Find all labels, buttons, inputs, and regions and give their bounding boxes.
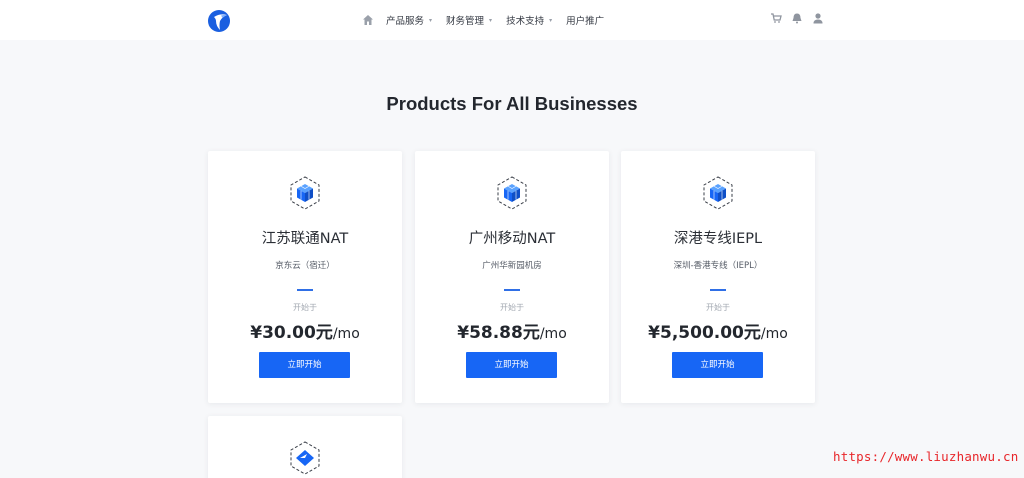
start-now-button[interactable]: 立即开始 [672, 352, 763, 378]
price-amount: ¥58.88元 [457, 323, 540, 343]
product-card: 深港专线IEPL 深圳-香港专线（IEPL） 开始于 ¥5,500.00元/mo… [621, 151, 815, 403]
site-watermark: https://www.liuzhanwu.cn [833, 449, 1019, 464]
chevron-down-icon: ▾ [489, 16, 493, 24]
nav-item-support[interactable]: 技术支持 ▾ [506, 13, 552, 27]
product-price: ¥58.88元/mo [415, 318, 609, 343]
start-now-button[interactable]: 立即开始 [466, 352, 557, 378]
cart-icon[interactable] [770, 12, 782, 24]
product-location: 广州华新园机房 [482, 261, 542, 271]
diamond-box-icon [290, 441, 320, 475]
product-location: 京东云（宿迁） [275, 261, 335, 271]
user-icon[interactable] [812, 12, 824, 24]
price-amount: ¥5,500.00元 [648, 323, 761, 343]
nav-item-products[interactable]: 产品服务 ▾ [386, 13, 432, 27]
nav-item-label: 用户推广 [566, 16, 605, 27]
main-nav: 产品服务 ▾ 财务管理 ▾ 技术支持 ▾ 用户推广 [362, 12, 618, 28]
divider [710, 289, 726, 291]
product-card: 江苏联通NAT 京东云（宿迁） 开始于 ¥30.00元/mo 立即开始 [208, 151, 402, 403]
nav-item-label: 产品服务 [386, 16, 425, 27]
nav-item-label: 技术支持 [506, 16, 545, 27]
bird-logo-icon[interactable] [207, 9, 231, 33]
product-title: 深港专线IEPL [673, 231, 763, 247]
product-location: 深圳-香港专线（IEPL） [673, 261, 763, 271]
nav-item-finance[interactable]: 财务管理 ▾ [446, 13, 492, 27]
home-icon[interactable] [362, 14, 374, 26]
nav-item-affiliate[interactable]: 用户推广 [566, 13, 604, 27]
divider [504, 289, 520, 291]
product-title: 江苏联通NAT [261, 231, 349, 247]
price-unit: /mo [539, 326, 567, 342]
price-unit: /mo [760, 326, 788, 342]
divider [297, 289, 313, 291]
product-card: 广州移动NAT 广州华新园机房 开始于 ¥58.88元/mo 立即开始 [415, 151, 609, 403]
product-title: 广州移动NAT [468, 231, 556, 247]
product-price: ¥5,500.00元/mo [621, 318, 815, 343]
product-card [208, 416, 402, 478]
price-amount: ¥30.00元 [250, 323, 333, 343]
start-now-button[interactable]: 立即开始 [259, 352, 350, 378]
price-unit: /mo [332, 326, 360, 342]
bell-icon[interactable] [791, 12, 803, 24]
cube-stack-icon [703, 176, 733, 210]
page-title: Products For All Businesses [386, 93, 638, 114]
cube-stack-icon [290, 176, 320, 210]
chevron-down-icon: ▾ [549, 16, 553, 24]
top-navbar: 产品服务 ▾ 财务管理 ▾ 技术支持 ▾ 用户推广 [0, 0, 1024, 40]
product-price: ¥30.00元/mo [208, 318, 402, 343]
header-actions [770, 12, 824, 24]
price-prefix: 开始于 [293, 303, 317, 312]
price-prefix: 开始于 [500, 303, 524, 312]
cube-stack-icon [497, 176, 527, 210]
price-prefix: 开始于 [706, 303, 730, 312]
nav-item-label: 财务管理 [446, 16, 485, 27]
chevron-down-icon: ▾ [429, 16, 433, 24]
